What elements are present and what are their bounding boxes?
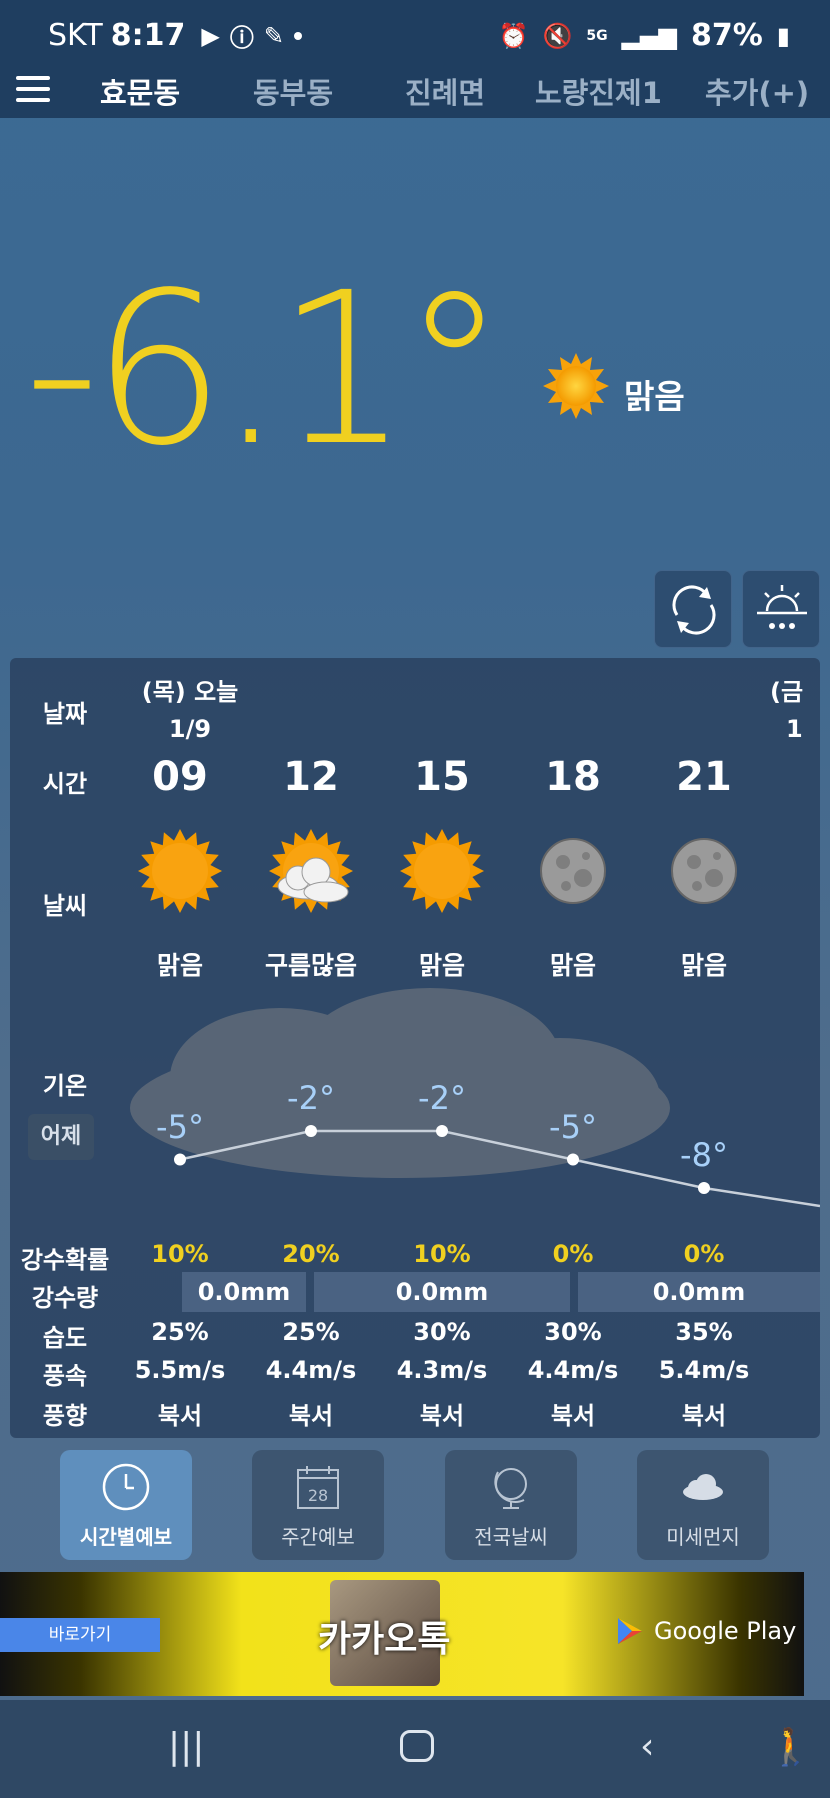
humidity-label: 습도 bbox=[42, 1324, 88, 1352]
sunrise-icon bbox=[757, 585, 807, 629]
tab-location-3[interactable]: 진례면 bbox=[405, 70, 485, 112]
google-play-badge[interactable]: Google Play bbox=[616, 1616, 796, 1646]
home-icon[interactable] bbox=[400, 1730, 434, 1762]
feather-icon: ✎ bbox=[263, 21, 284, 50]
temperature-point bbox=[567, 1153, 579, 1166]
tab-location-1[interactable]: 효문동 bbox=[100, 70, 180, 112]
wind-dir-label: 풍향 bbox=[42, 1402, 88, 1430]
network-type: 5G bbox=[586, 27, 608, 44]
globe-icon bbox=[494, 1468, 527, 1509]
nav-hourly-forecast[interactable]: 시간별예보 bbox=[60, 1450, 192, 1560]
precip-prob-label: 강수확률 bbox=[20, 1246, 110, 1274]
info-icon: ⓘ bbox=[229, 24, 254, 52]
play-icon: ▶ bbox=[201, 21, 220, 50]
nav-label: 주간예보 bbox=[281, 1525, 355, 1549]
status-bar: SKT 8:17 ▶ ⓘ ✎ ⏰ 🔇 5G ▂▄▆ 87% ▮ bbox=[0, 0, 830, 68]
temperature-value: -2° bbox=[418, 1079, 466, 1117]
nav-national-weather[interactable]: 전국날씨 bbox=[445, 1450, 577, 1560]
temperature-point bbox=[174, 1153, 186, 1166]
temperature-value: -8° bbox=[680, 1136, 728, 1174]
ad-banner[interactable]: 바로가기 카카오톡 Google Play bbox=[0, 1572, 804, 1696]
temperature-value: -5° bbox=[156, 1107, 204, 1146]
clock-icon bbox=[102, 1463, 150, 1511]
carrier: SKT bbox=[48, 18, 103, 53]
nav-fine-dust[interactable]: 미세먼지 bbox=[637, 1450, 769, 1560]
hourly-forecast-panel[interactable]: 날짜 (목) 오늘 1/9 (금 1 시간 날씨 기온 어제 09 맑음 10% 25… bbox=[10, 658, 820, 1438]
google-play-label: Google Play bbox=[654, 1617, 797, 1645]
temperature-point bbox=[305, 1125, 317, 1137]
menu-icon[interactable] bbox=[16, 76, 50, 104]
accessibility-icon[interactable]: 🚶 bbox=[768, 1726, 813, 1768]
rain-amount-1: 0.0mm bbox=[182, 1272, 306, 1312]
temperature-value: -5° bbox=[549, 1107, 597, 1146]
mute-icon: 🔇 bbox=[542, 21, 573, 50]
tab-add-location[interactable]: 추가(+) bbox=[705, 70, 809, 112]
battery-icon: ▮ bbox=[776, 21, 790, 50]
ad-go-button[interactable]: 바로가기 bbox=[0, 1618, 160, 1652]
sunrise-button[interactable] bbox=[742, 570, 820, 648]
calendar-day: 28 bbox=[308, 1486, 328, 1505]
refresh-icon bbox=[672, 585, 716, 635]
temperature-line-chart bbox=[174, 1125, 820, 1208]
sun-icon bbox=[543, 353, 609, 419]
calendar-icon: 28 bbox=[297, 1466, 339, 1509]
wind-speed-label: 풍속 bbox=[42, 1362, 88, 1390]
location-tabs: 효문동 동부동 진례면 노량진제1 추가(+) bbox=[0, 68, 830, 118]
clock: 8:17 bbox=[110, 18, 186, 53]
ad-title: 카카오톡 bbox=[318, 1619, 451, 1660]
nav-label: 전국날씨 bbox=[474, 1525, 548, 1549]
tab-location-4[interactable]: 노량진제1 bbox=[535, 70, 662, 112]
current-temperature: -6.1° bbox=[24, 247, 507, 492]
system-navigation-bar: ||| ‹ 🚶 bbox=[0, 1700, 830, 1798]
precip-amount-label: 강수량 bbox=[31, 1284, 99, 1312]
refresh-button[interactable] bbox=[654, 570, 732, 648]
temperature-point bbox=[436, 1125, 448, 1137]
notification-dot-icon bbox=[293, 31, 302, 40]
rain-amount-2: 0.0mm bbox=[314, 1272, 570, 1312]
temperature-point bbox=[698, 1182, 710, 1194]
current-condition: 맑음 bbox=[624, 377, 685, 416]
temperature-value: -2° bbox=[287, 1079, 335, 1117]
nav-label: 미세먼지 bbox=[666, 1525, 740, 1549]
battery-level: 87% bbox=[690, 18, 763, 53]
signal-icon: ▂▄▆ bbox=[621, 21, 677, 50]
google-play-icon bbox=[618, 1618, 642, 1644]
tab-location-2[interactable]: 동부동 bbox=[253, 70, 333, 112]
nav-label: 시간별예보 bbox=[80, 1525, 172, 1549]
cloud-icon bbox=[683, 1474, 723, 1500]
recents-icon[interactable]: ||| bbox=[168, 1726, 204, 1767]
rain-amount-3: 0.0mm bbox=[578, 1272, 820, 1312]
alarm-icon: ⏰ bbox=[498, 21, 529, 50]
back-icon[interactable]: ‹ bbox=[640, 1726, 654, 1767]
nav-weekly-forecast[interactable]: 28 주간예보 bbox=[252, 1450, 384, 1560]
